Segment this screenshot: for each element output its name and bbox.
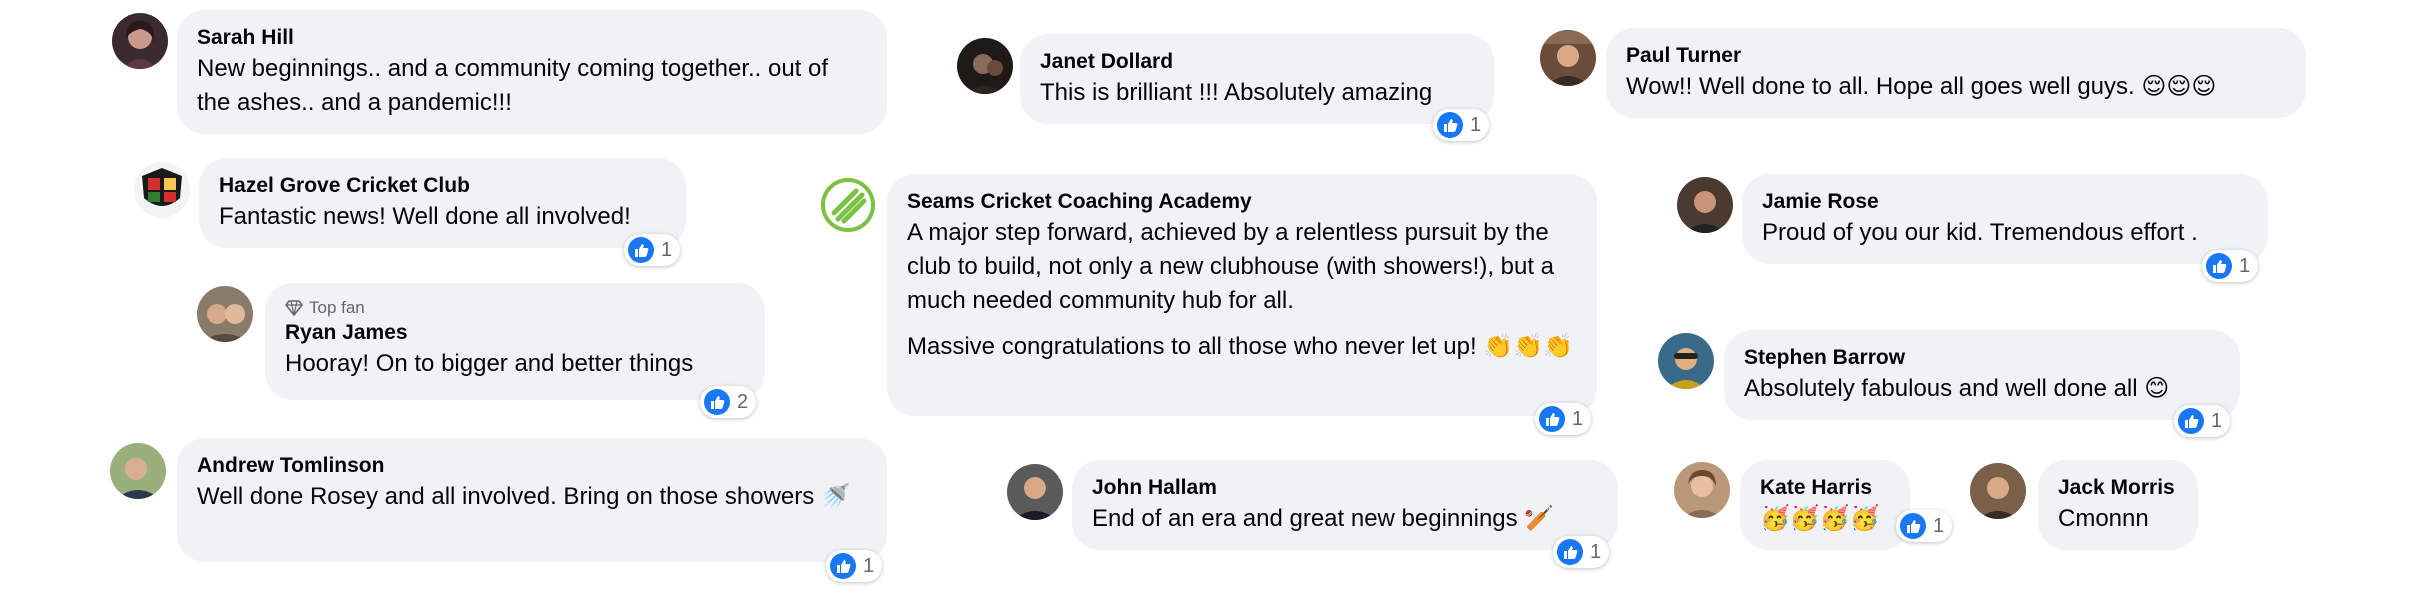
like-count: 1 — [863, 554, 875, 577]
comment-bubble: Kate Harris 🥳🥳🥳🥳 — [1740, 460, 1910, 550]
commenter-name[interactable]: John Hallam — [1092, 474, 1598, 502]
like-count: 2 — [737, 390, 749, 413]
reaction-count[interactable]: 1 — [1433, 109, 1490, 141]
comment-bubble: Sarah Hill New beginnings.. and a commun… — [177, 10, 887, 134]
avatar[interactable] — [1658, 333, 1714, 389]
commenter-name[interactable]: Janet Dollard — [1040, 48, 1474, 76]
like-count: 1 — [1470, 113, 1482, 136]
comment-text: New beginnings.. and a community coming … — [197, 55, 829, 116]
comment-text: Proud of you our kid. Tremendous effort … — [1762, 219, 2198, 246]
like-thumb-icon — [2178, 408, 2204, 434]
comment-text: Hooray! On to bigger and better things — [285, 350, 694, 377]
like-thumb-icon — [1900, 513, 1926, 539]
commenter-name[interactable]: Jack Morris — [2058, 474, 2178, 502]
reaction-count[interactable]: 1 — [2202, 250, 2259, 282]
avatar[interactable] — [820, 177, 876, 233]
reaction-count[interactable]: 1 — [826, 550, 883, 582]
like-count: 1 — [2211, 409, 2223, 432]
like-thumb-icon — [1539, 406, 1565, 432]
like-count: 1 — [1572, 407, 1584, 430]
avatar[interactable] — [134, 162, 190, 218]
comment-bubble: Jack Morris Cmonnn — [2038, 460, 2198, 550]
avatar[interactable] — [1970, 463, 2026, 519]
avatar[interactable] — [112, 13, 168, 69]
avatar[interactable] — [1540, 30, 1596, 86]
comment-bubble: Hazel Grove Cricket Club Fantastic news!… — [199, 158, 686, 248]
like-thumb-icon — [1437, 112, 1463, 138]
avatar[interactable] — [957, 38, 1013, 94]
like-thumb-icon — [704, 389, 730, 415]
comment-text: This is brilliant !!! Absolutely amazing — [1040, 79, 1433, 106]
like-thumb-icon — [1557, 539, 1583, 565]
comment-text: Well done Rosey and all involved. Bring … — [197, 483, 851, 510]
reaction-count[interactable]: 1 — [2174, 405, 2231, 437]
like-thumb-icon — [830, 553, 856, 579]
diamond-icon — [285, 300, 303, 316]
commenter-name[interactable]: Andrew Tomlinson — [197, 452, 867, 480]
comment-text: End of an era and great new beginnings 🏏 — [1092, 505, 1555, 532]
commenter-name[interactable]: Paul Turner — [1626, 42, 2286, 70]
comment-bubble: Andrew Tomlinson Well done Rosey and all… — [177, 438, 887, 562]
commenter-name[interactable]: Stephen Barrow — [1744, 344, 2220, 372]
like-count: 1 — [1933, 514, 1945, 537]
like-thumb-icon — [628, 237, 654, 263]
reaction-count[interactable]: 1 — [1553, 536, 1610, 568]
comment-bubble: John Hallam End of an era and great new … — [1072, 460, 1618, 550]
comment-text: A major step forward, achieved by a rele… — [907, 219, 1573, 360]
reaction-count[interactable]: 1 — [1896, 510, 1953, 542]
commenter-name[interactable]: Hazel Grove Cricket Club — [219, 172, 666, 200]
avatar[interactable] — [197, 286, 253, 342]
commenter-name[interactable]: Kate Harris — [1760, 474, 1890, 502]
reaction-count[interactable]: 1 — [624, 234, 681, 266]
like-thumb-icon — [2206, 253, 2232, 279]
avatar[interactable] — [1007, 464, 1063, 520]
commenter-name[interactable]: Jamie Rose — [1762, 188, 2248, 216]
avatar[interactable] — [1677, 177, 1733, 233]
comment-bubble: Seams Cricket Coaching Academy A major s… — [887, 174, 1597, 416]
comment-bubble: Paul Turner Wow!! Well done to all. Hope… — [1606, 28, 2306, 118]
avatar[interactable] — [1674, 462, 1730, 518]
commenter-name[interactable]: Ryan James — [285, 319, 745, 347]
avatar[interactable] — [110, 443, 166, 499]
top-fan-badge: Top fan — [285, 297, 745, 319]
comment-bubble: Top fan Ryan James Hooray! On to bigger … — [265, 283, 765, 400]
comment-bubble: Jamie Rose Proud of you our kid. Tremend… — [1742, 174, 2268, 264]
like-count: 1 — [2239, 254, 2251, 277]
comment-text: Fantastic news! Well done all involved! — [219, 203, 631, 230]
like-count: 1 — [1590, 540, 1602, 563]
comment-text: 🥳🥳🥳🥳 — [1760, 505, 1880, 532]
commenter-name[interactable]: Sarah Hill — [197, 24, 867, 52]
comment-bubble: Janet Dollard This is brilliant !!! Abso… — [1020, 34, 1494, 124]
reaction-count[interactable]: 2 — [700, 386, 757, 418]
comment-text: Cmonnn — [2058, 505, 2149, 532]
like-count: 1 — [661, 238, 673, 261]
reaction-count[interactable]: 1 — [1535, 403, 1592, 435]
comment-bubble: Stephen Barrow Absolutely fabulous and w… — [1724, 330, 2240, 420]
comment-text: Wow!! Well done to all. Hope all goes we… — [1626, 73, 2217, 100]
comment-text: Absolutely fabulous and well done all 😊 — [1744, 375, 2170, 402]
commenter-name[interactable]: Seams Cricket Coaching Academy — [907, 188, 1577, 216]
